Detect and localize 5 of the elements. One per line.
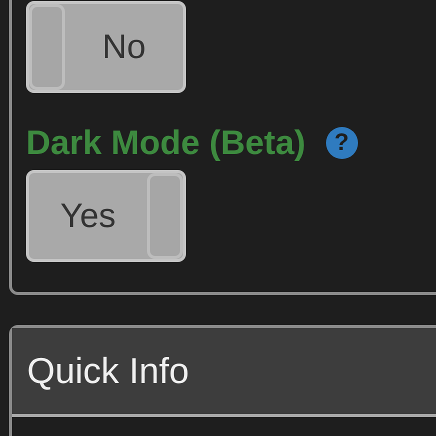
toggle-switch[interactable]: Yes: [26, 170, 186, 262]
toggle-switch[interactable]: No: [26, 1, 186, 93]
help-icon[interactable]: ?: [326, 127, 358, 159]
panel-header: Quick Info: [12, 328, 436, 417]
setting-label: Dark Mode (Beta): [26, 123, 306, 163]
